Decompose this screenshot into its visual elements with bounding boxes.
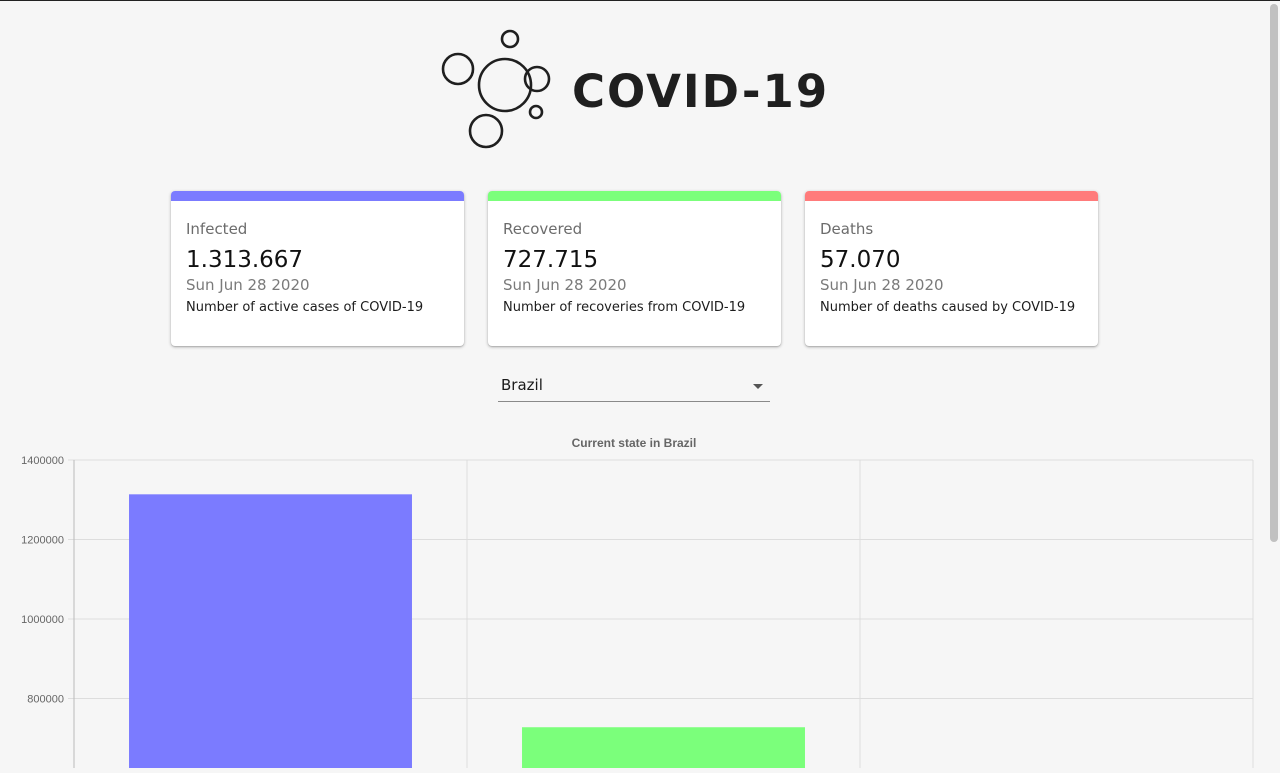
country-select[interactable]: Brazil (498, 373, 770, 402)
recovered-card-description: Number of recoveries from COVID-19 (503, 300, 746, 315)
country-select-value: Brazil (501, 376, 543, 394)
recovered-card: Recovered 727.715 Sun Jun 28 2020 Number… (488, 191, 781, 346)
recovered-card-accent (488, 191, 781, 201)
recovered-card-value: 727.715 (503, 247, 599, 273)
chevron-down-icon[interactable] (753, 384, 763, 389)
bar-infected[interactable] (129, 494, 412, 768)
deaths-card: Deaths 57.070 Sun Jun 28 2020 Number of … (805, 191, 1098, 346)
infected-card-title: Infected (186, 220, 248, 238)
logo-text: COVID-19 (572, 65, 830, 118)
scrollbar[interactable] (1268, 1, 1280, 768)
y-tick-label: 800000 (27, 694, 64, 706)
bar-chart: 1400000 1200000 1000000 800000 (21, 455, 1254, 768)
deaths-card-title: Deaths (820, 220, 874, 238)
infected-card-date: Sun Jun 28 2020 (186, 276, 310, 294)
recovered-card-date: Sun Jun 28 2020 (503, 276, 627, 294)
virus-bubbles-icon (441, 29, 551, 149)
deaths-card-value: 57.070 (820, 247, 901, 273)
chart-title: Current state in Brazil (571, 436, 697, 450)
y-tick-label: 1000000 (21, 614, 64, 626)
bar-recovered[interactable] (522, 727, 805, 768)
page-header: COVID-19 (0, 0, 1268, 160)
chart-container: Current state in Brazil 1400000 1200000 10… (0, 428, 1268, 768)
infected-card: Infected 1.313.667 Sun Jun 28 2020 Numbe… (171, 191, 464, 346)
y-tick-label: 1400000 (21, 455, 64, 467)
deaths-card-date: Sun Jun 28 2020 (820, 276, 944, 294)
infected-card-value: 1.313.667 (186, 247, 304, 273)
deaths-card-description: Number of deaths caused by COVID-19 (820, 300, 1076, 315)
infected-card-description: Number of active cases of COVID-19 (186, 300, 424, 315)
infected-card-accent (171, 191, 464, 201)
scrollbar-thumb[interactable] (1270, 4, 1278, 542)
recovered-card-title: Recovered (503, 220, 583, 238)
y-tick-label: 1200000 (21, 535, 64, 547)
deaths-card-accent (805, 191, 1098, 201)
